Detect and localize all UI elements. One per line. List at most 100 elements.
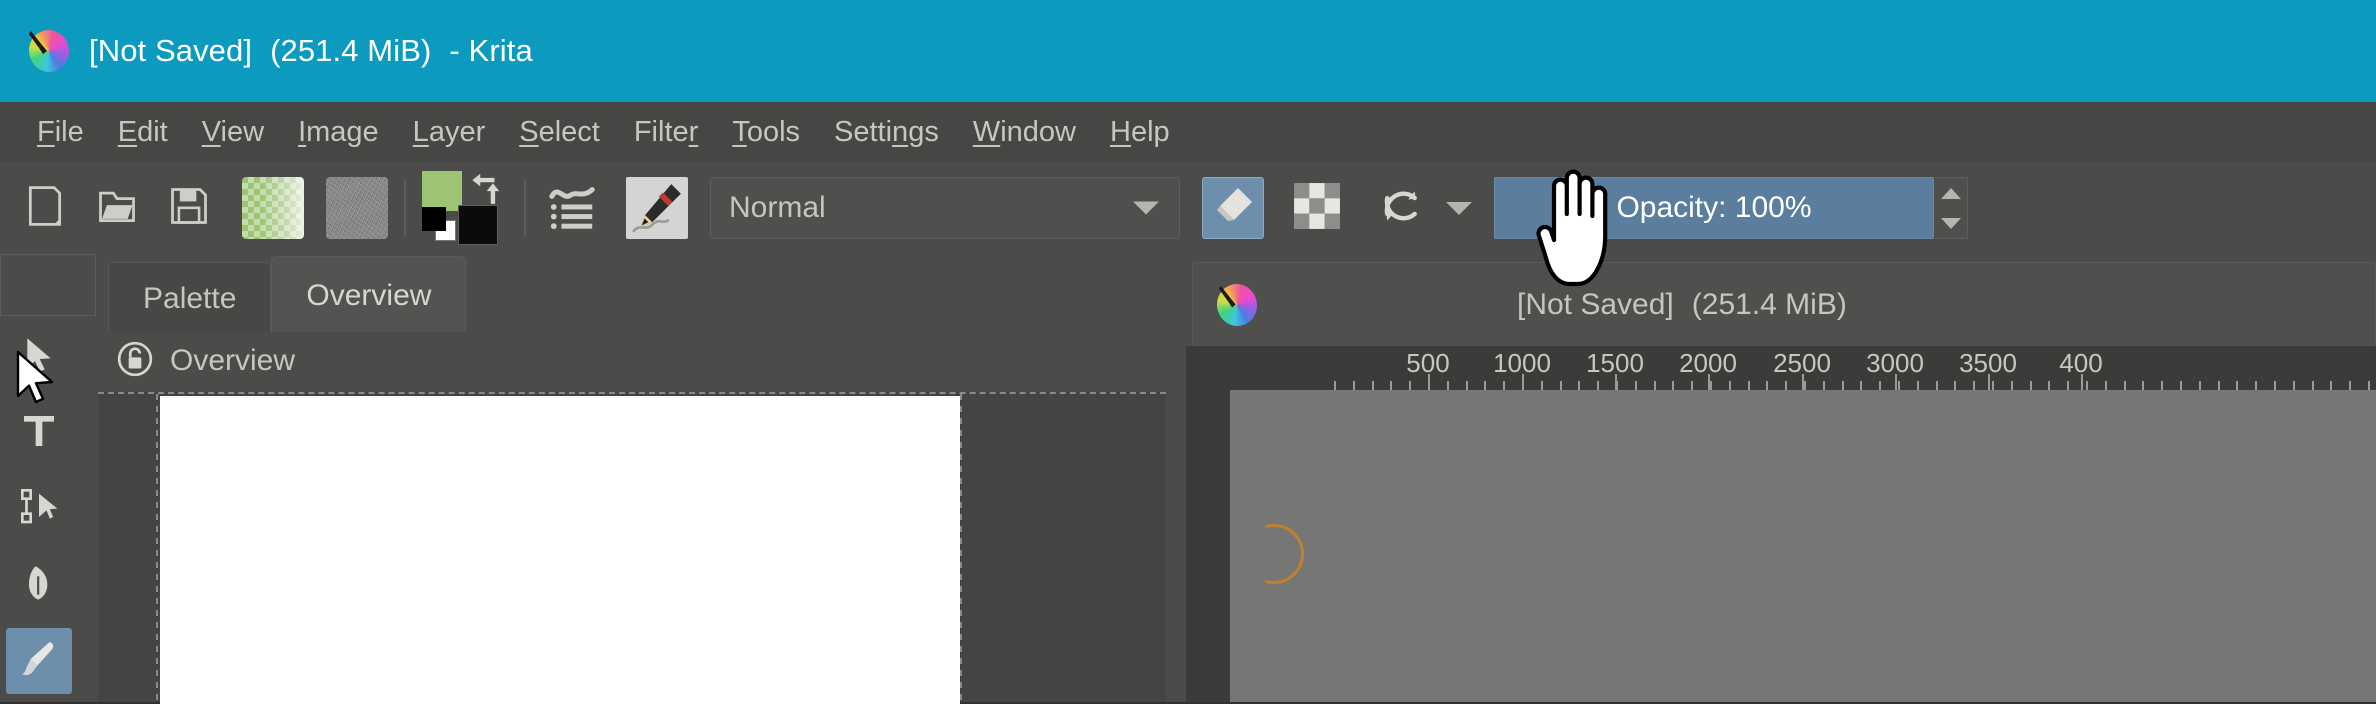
save-document-button[interactable] <box>158 177 220 239</box>
text-t-icon <box>19 411 59 456</box>
ruler-label: 1000 <box>1493 348 1551 378</box>
tab-overview[interactable]: Overview <box>271 256 467 334</box>
brush-editor-button[interactable] <box>626 177 688 239</box>
menu-edit[interactable]: Edit <box>101 112 185 153</box>
ruler-tick-minor <box>2217 381 2220 390</box>
canvas-tab-title: [Not Saved] (251.4 MiB) <box>1517 288 1847 322</box>
canvas-document-tab[interactable]: [Not Saved] (251.4 MiB) <box>1192 262 2376 346</box>
paintbrush-icon <box>19 639 59 684</box>
ruler-tick-minor <box>2086 381 2088 390</box>
docker-panel-titlebar: Overview <box>98 332 1186 451</box>
preserve-alpha-checker-icon <box>1292 181 1342 236</box>
spin-down-icon[interactable] <box>1940 217 1961 229</box>
ruler-tick-minor <box>1935 381 1938 390</box>
vertical-ruler[interactable] <box>1186 390 1230 702</box>
menu-file[interactable]: File <box>20 112 101 153</box>
docker-tabbar: Palette Overview <box>108 256 467 334</box>
background-color-swatch[interactable] <box>458 205 498 245</box>
chevron-down-icon[interactable] <box>1133 201 1159 215</box>
lock-icon[interactable] <box>116 340 154 383</box>
ruler-tick-minor <box>1841 381 1844 390</box>
spin-up-icon[interactable] <box>1940 187 1961 199</box>
main-toolbar: Normal Opacity: 100% <box>0 162 2376 254</box>
menu-tools[interactable]: Tools <box>715 112 817 153</box>
sidebar-item-calligraphy-tool[interactable] <box>6 552 72 618</box>
ruler-label: 3500 <box>1959 348 2017 378</box>
ruler-label: 400 <box>2059 348 2103 378</box>
ruler-tick-minor <box>2180 381 2182 390</box>
foreground-background-color-widget[interactable] <box>422 171 508 245</box>
swap-colors-icon[interactable] <box>466 169 504 207</box>
ruler-tick-minor <box>2292 381 2295 390</box>
ruler-tick-minor <box>1728 381 1731 390</box>
ruler-label: 500 <box>1406 348 1450 378</box>
ruler-tick-minor <box>1710 381 1712 390</box>
open-document-button[interactable] <box>86 177 148 239</box>
window-title: [Not Saved] (251.4 MiB) - Krita <box>89 33 533 69</box>
pattern-swatch-button[interactable] <box>326 177 388 239</box>
brush-editor-pencil-icon <box>626 184 688 239</box>
ruler-tick-minor <box>1597 381 1600 390</box>
foreground-color-swatch[interactable] <box>422 171 462 211</box>
ruler-tick-minor <box>1973 381 1976 390</box>
ruler-tick-minor <box>1634 381 1637 390</box>
ruler-tick-minor <box>2368 381 2370 390</box>
ruler-tick-minor <box>2123 381 2126 390</box>
menu-layer[interactable]: Layer <box>396 112 503 153</box>
opacity-control: Opacity: 100% <box>1494 175 1968 241</box>
reload-preset-dropdown-icon[interactable] <box>1446 201 1472 215</box>
edit-shapes-icon <box>19 487 59 532</box>
ruler-label: 1500 <box>1586 348 1644 378</box>
reset-colors-icon[interactable] <box>422 207 456 241</box>
menu-settings[interactable]: Settings <box>817 112 956 153</box>
menu-window[interactable]: Window <box>956 112 1093 153</box>
sidebar-item-edit-shapes-tool[interactable] <box>6 476 72 542</box>
canvas-shape-ellipse <box>1265 524 1304 584</box>
overview-panel-body[interactable] <box>98 392 1166 704</box>
new-document-button[interactable] <box>14 177 76 239</box>
opacity-spinner[interactable] <box>1934 177 1968 239</box>
overview-thumbnail[interactable] <box>160 396 960 704</box>
gradient-swatch-button[interactable] <box>242 177 304 239</box>
tab-palette[interactable]: Palette <box>108 262 272 334</box>
ruler-tick-minor <box>1691 381 1694 390</box>
title-document-size: (251.4 MiB) <box>270 33 432 68</box>
ruler-tick-minor <box>1484 381 1487 390</box>
canvas-viewport[interactable] <box>1230 390 2376 702</box>
menubar: File Edit View Image Layer Select Filter… <box>0 102 2376 162</box>
krita-logo-icon <box>1213 279 1261 330</box>
ruler-tick-minor <box>1409 381 1412 390</box>
arrow-cursor <box>16 350 60 408</box>
reload-preset-icon <box>1376 181 1426 236</box>
menu-filter[interactable]: Filter <box>617 112 715 153</box>
sidebar-item-freehand-brush-tool[interactable] <box>6 628 72 694</box>
ruler-tick-minor <box>1465 381 1468 390</box>
blend-mode-combobox[interactable]: Normal <box>710 177 1180 239</box>
menu-select[interactable]: Select <box>502 112 617 153</box>
ruler-tick-minor <box>1992 381 1994 390</box>
reload-preset-button[interactable] <box>1370 177 1432 239</box>
blend-mode-value: Normal <box>729 191 826 224</box>
eraser-mode-button[interactable] <box>1202 177 1264 239</box>
ruler-tick-minor <box>1822 381 1825 390</box>
ruler-tick-minor <box>2048 381 2051 390</box>
ruler-tick-minor <box>1747 381 1750 390</box>
horizontal-ruler[interactable]: 500 1000 1500 2000 2500 3000 3500 400 <box>1230 346 2376 390</box>
menu-view[interactable]: View <box>185 112 281 153</box>
opacity-slider[interactable]: Opacity: 100% <box>1494 177 1934 239</box>
menu-help[interactable]: Help <box>1093 112 1187 153</box>
brush-presets-button[interactable] <box>542 177 604 239</box>
krita-logo-icon <box>25 26 73 76</box>
ruler-tick-minor <box>1898 381 1900 390</box>
opacity-label: Opacity: 100% <box>1616 191 1812 224</box>
ruler-tick-minor <box>2029 381 2032 390</box>
menu-image[interactable]: Image <box>281 112 396 153</box>
ruler-tick-minor <box>2311 381 2314 390</box>
ruler-corner <box>1186 346 1230 390</box>
preserve-alpha-button[interactable] <box>1286 177 1348 239</box>
ruler-tick-minor <box>1503 381 1506 390</box>
overview-guide-right <box>960 394 962 704</box>
open-folder-icon <box>95 184 139 233</box>
sidebar-item-text-tool[interactable] <box>6 400 72 466</box>
krita-application-window: [Not Saved] (251.4 MiB) - Krita File Edit … <box>0 0 2376 704</box>
